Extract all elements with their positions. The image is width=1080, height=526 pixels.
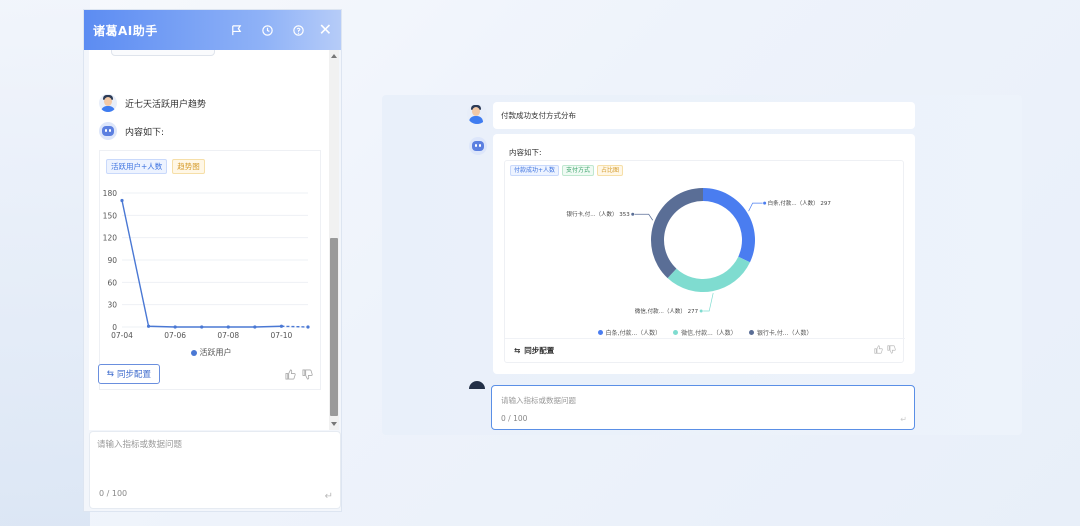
legend-item[interactable]: 微信,付款...（人数） bbox=[673, 328, 737, 337]
bot-answer-bubble: 内容如下: 付款成功+人数 支付方式 占比图 白条,付款...（人数） 297 微… bbox=[493, 134, 915, 374]
data-point bbox=[146, 324, 151, 328]
slice-leader-line bbox=[703, 292, 714, 312]
chart-tags: 活跃用户+人数 趋势图 bbox=[106, 159, 205, 174]
y-tick-label: 90 bbox=[107, 256, 117, 265]
sync-config-button[interactable]: ⇆ 同步配置 bbox=[514, 345, 554, 356]
user-question-bubble: 付款成功支付方式分布 bbox=[493, 102, 915, 129]
bot-reply-intro: 内容如下: bbox=[125, 127, 165, 138]
thumbs-up-icon[interactable] bbox=[874, 345, 883, 354]
slice-label: 白条,付款...（人数） 297 bbox=[768, 199, 832, 207]
user-message-row: 近七天活跃用户趋势 bbox=[99, 94, 206, 112]
sync-label: 同步配置 bbox=[524, 346, 555, 355]
slice-leader-line bbox=[634, 213, 654, 221]
metric-tag[interactable]: 活跃用户+人数 bbox=[106, 159, 168, 174]
legend-label: 活跃用户 bbox=[199, 348, 232, 357]
question-input[interactable]: 请输入指标或数据问题 0 / 100 ↵ bbox=[89, 431, 341, 509]
legend-dot bbox=[748, 330, 754, 335]
slice-leader-line bbox=[748, 202, 763, 212]
feedback-buttons bbox=[285, 369, 313, 380]
scroll-down-arrow[interactable] bbox=[331, 422, 337, 426]
close-icon[interactable]: ✕ bbox=[319, 22, 332, 38]
widget-title: 诸葛AI助手 bbox=[93, 23, 158, 38]
legend-label: 银行卡,付...（人数） bbox=[756, 330, 813, 337]
line-chart: 030609012015018007-04 07-06 07-08 07-10 bbox=[103, 189, 310, 340]
previous-message-stub bbox=[111, 50, 215, 56]
input-placeholder: 请输入指标或数据问题 bbox=[97, 440, 183, 450]
legend-item[interactable]: 银行卡,付...（人数） bbox=[748, 328, 813, 337]
slice-label: 银行卡,付...（人数） 353 bbox=[566, 210, 630, 218]
feedback-buttons bbox=[874, 345, 896, 354]
legend-item[interactable]: 白条,付款...（人数） bbox=[597, 328, 662, 337]
history-icon[interactable] bbox=[259, 21, 277, 39]
send-icon[interactable]: ↵ bbox=[325, 491, 333, 502]
ai-assistant-widget: 诸葛AI助手 ✕ 近七天活跃用户趋势 内容如下: 活跃用户+人数 趋势图 0 3… bbox=[83, 9, 342, 512]
slice-label-dot bbox=[631, 212, 635, 216]
legend-dot bbox=[597, 330, 603, 335]
x-tick-label: 07-08 bbox=[217, 331, 239, 340]
sync-icon: ⇆ bbox=[514, 346, 521, 355]
data-point bbox=[279, 324, 284, 328]
series-line bbox=[121, 200, 282, 328]
bot-message-row: 内容如下: bbox=[99, 122, 164, 140]
user-avatar bbox=[467, 104, 487, 124]
chart-type-tag[interactable]: 趋势图 bbox=[172, 159, 205, 174]
data-point bbox=[173, 325, 177, 329]
bot-avatar bbox=[469, 137, 487, 155]
legend-label: 白条,付款...（人数） bbox=[605, 330, 662, 337]
data-point bbox=[120, 198, 124, 203]
bot-avatar bbox=[99, 122, 117, 140]
question-input[interactable]: 请输入指标或数据问题 0 / 100 ↵ bbox=[491, 385, 915, 430]
legend-dot bbox=[190, 349, 197, 356]
thumbs-up-icon[interactable] bbox=[285, 369, 296, 380]
data-point bbox=[200, 325, 204, 329]
donut-slice bbox=[667, 256, 750, 292]
bot-reply-intro: 内容如下: bbox=[509, 148, 542, 157]
user-question: 付款成功支付方式分布 bbox=[501, 111, 576, 120]
help-icon[interactable] bbox=[290, 21, 308, 39]
sync-label: 同步配置 bbox=[117, 370, 152, 380]
trend-chart-card: 活跃用户+人数 趋势图 0 30 60 90 120 150 180 07-04 07-06 07… bbox=[99, 150, 321, 390]
background-left-haze bbox=[0, 0, 90, 526]
legend-dot bbox=[673, 330, 679, 335]
slice-label-dot bbox=[699, 309, 703, 313]
scroll-up-arrow[interactable] bbox=[331, 54, 337, 58]
thumbs-down-icon[interactable] bbox=[887, 345, 896, 354]
data-point bbox=[306, 325, 310, 329]
input-placeholder: 请输入指标或数据问题 bbox=[501, 396, 576, 405]
scroll-thumb[interactable] bbox=[330, 238, 338, 416]
legend-label: 微信,付款...（人数） bbox=[681, 330, 737, 337]
donut-chart-card: 付款成功+人数 支付方式 占比图 白条,付款...（人数） 297 微信,付款..… bbox=[504, 160, 905, 363]
sync-config-button[interactable]: ⇆ 同步配置 bbox=[98, 364, 160, 384]
y-tick-label: 180 bbox=[103, 189, 118, 198]
y-tick-label: 60 bbox=[107, 278, 117, 287]
y-tick-label: 150 bbox=[103, 211, 118, 220]
data-point bbox=[226, 325, 230, 329]
y-tick-label: 120 bbox=[103, 234, 118, 243]
slice-label-dot bbox=[763, 201, 767, 205]
donut-legend[interactable]: 白条,付款...（人数） 微信,付款...（人数） 银行卡,付...（人数） bbox=[505, 328, 905, 337]
flag-icon[interactable] bbox=[228, 21, 246, 39]
donut-slice bbox=[651, 188, 703, 279]
x-tick-label: 07-10 bbox=[271, 331, 293, 340]
chat-scrollbar[interactable] bbox=[329, 50, 339, 430]
user-avatar bbox=[99, 94, 117, 112]
slice-label: 微信,付款...（人数） 277 bbox=[635, 307, 699, 315]
sync-icon: ⇆ bbox=[106, 369, 115, 379]
char-counter: 0 / 100 bbox=[501, 414, 528, 423]
chat-scroll-area[interactable]: 近七天活跃用户趋势 内容如下: 活跃用户+人数 趋势图 0 30 60 90 120 15… bbox=[89, 50, 329, 430]
donut-chart: 白条,付款...（人数） 297 微信,付款...（人数） 277 银行卡,付...… bbox=[566, 188, 832, 315]
y-tick-label: 30 bbox=[107, 301, 117, 310]
x-tick-label: 07-06 bbox=[164, 331, 186, 340]
data-point bbox=[253, 325, 257, 329]
divider bbox=[505, 338, 905, 339]
user-question: 近七天活跃用户趋势 bbox=[125, 99, 207, 110]
x-tick-label: 07-04 bbox=[111, 331, 133, 340]
send-icon[interactable]: ↵ bbox=[900, 415, 907, 424]
donut-slice bbox=[703, 188, 755, 263]
widget-header: 诸葛AI助手 ✕ bbox=[84, 10, 341, 50]
chart-legend[interactable]: 活跃用户 bbox=[100, 347, 322, 358]
char-counter: 0 / 100 bbox=[99, 489, 128, 498]
thumbs-down-icon[interactable] bbox=[302, 369, 313, 380]
